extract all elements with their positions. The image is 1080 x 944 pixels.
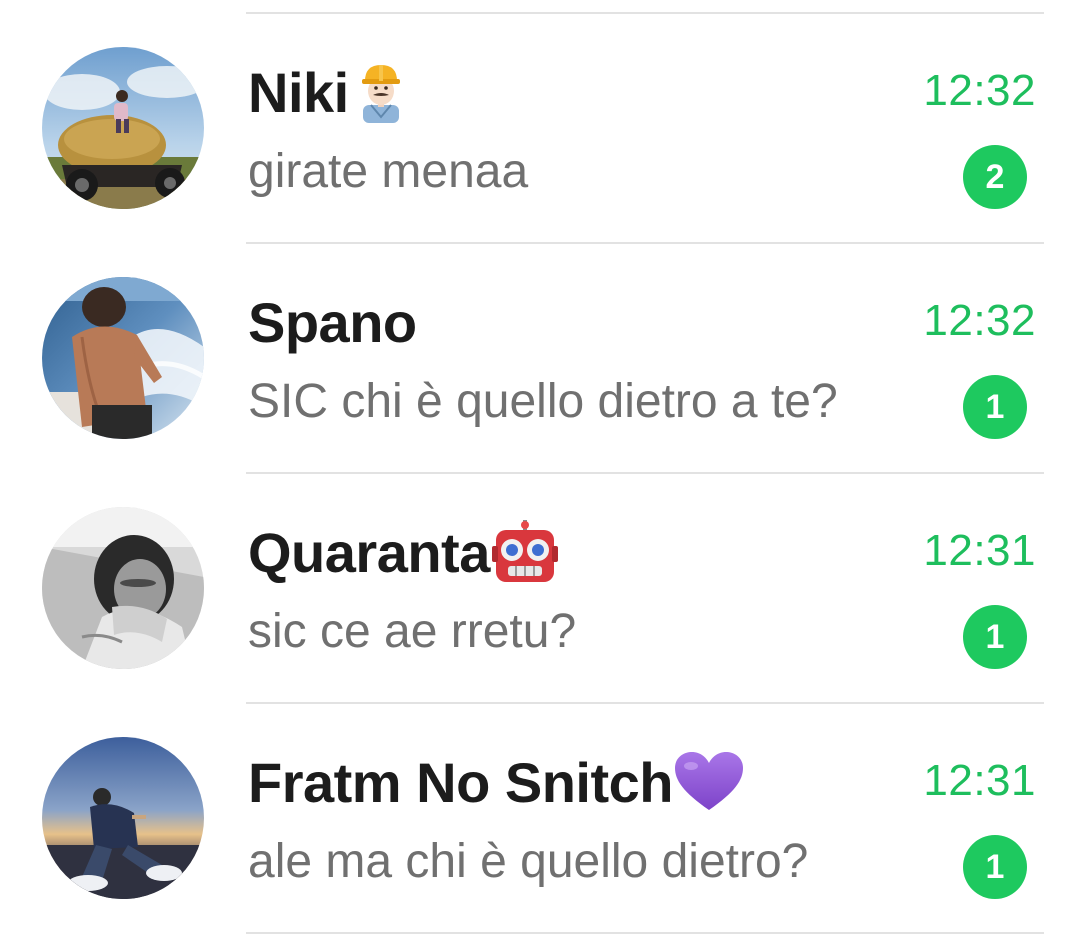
message-time: 12:31 bbox=[923, 526, 1036, 575]
chat-row-spano[interactable]: Spano 12:32 SIC chi è quello dietro a te… bbox=[0, 244, 1080, 472]
chat-row-quaranta[interactable]: Quaranta 12:31 sic ce ae rretu? 1 bbox=[0, 474, 1080, 702]
avatar-photo-fratm bbox=[42, 737, 204, 899]
last-message-preview: SIC chi è quello dietro a te? bbox=[248, 375, 838, 428]
unread-count-badge: 1 bbox=[963, 605, 1027, 669]
message-time: 12:31 bbox=[923, 756, 1036, 805]
avatar[interactable] bbox=[42, 277, 204, 439]
purple-heart-emoji-icon bbox=[674, 752, 743, 812]
chat-row-fratm-no-snitch[interactable]: Fratm No Snitch 12:31 ale ma chi è quell… bbox=[0, 704, 1080, 932]
divider bbox=[246, 932, 1044, 934]
contact-name: Niki bbox=[248, 60, 349, 124]
avatar[interactable] bbox=[42, 737, 204, 899]
chat-name-line: Niki bbox=[248, 56, 409, 128]
chat-name-line: Spano bbox=[248, 286, 417, 358]
unread-count-badge: 2 bbox=[963, 145, 1027, 209]
robot-emoji-icon bbox=[491, 520, 558, 584]
avatar[interactable] bbox=[42, 507, 204, 669]
chat-list: Niki 12:32 girate menaa 2 Spano 12:32 SI… bbox=[0, 0, 1080, 944]
construction-worker-emoji-icon bbox=[353, 61, 409, 123]
unread-count-badge: 1 bbox=[963, 375, 1027, 439]
chat-name-line: Quaranta bbox=[248, 516, 558, 588]
last-message-preview: sic ce ae rretu? bbox=[248, 605, 577, 658]
chat-row-niki[interactable]: Niki 12:32 girate menaa 2 bbox=[0, 14, 1080, 242]
unread-count-badge: 1 bbox=[963, 835, 1027, 899]
avatar[interactable] bbox=[42, 47, 204, 209]
last-message-preview: girate menaa bbox=[248, 145, 529, 198]
contact-name: Fratm No Snitch bbox=[248, 750, 673, 814]
avatar-photo-niki bbox=[42, 47, 204, 209]
avatar-photo-quaranta bbox=[42, 507, 204, 669]
message-time: 12:32 bbox=[923, 66, 1036, 115]
chat-name-line: Fratm No Snitch bbox=[248, 746, 743, 818]
contact-name: Quaranta bbox=[248, 520, 490, 584]
message-time: 12:32 bbox=[923, 296, 1036, 345]
avatar-photo-spano bbox=[42, 277, 204, 439]
contact-name: Spano bbox=[248, 290, 417, 354]
last-message-preview: ale ma chi è quello dietro? bbox=[248, 835, 809, 888]
